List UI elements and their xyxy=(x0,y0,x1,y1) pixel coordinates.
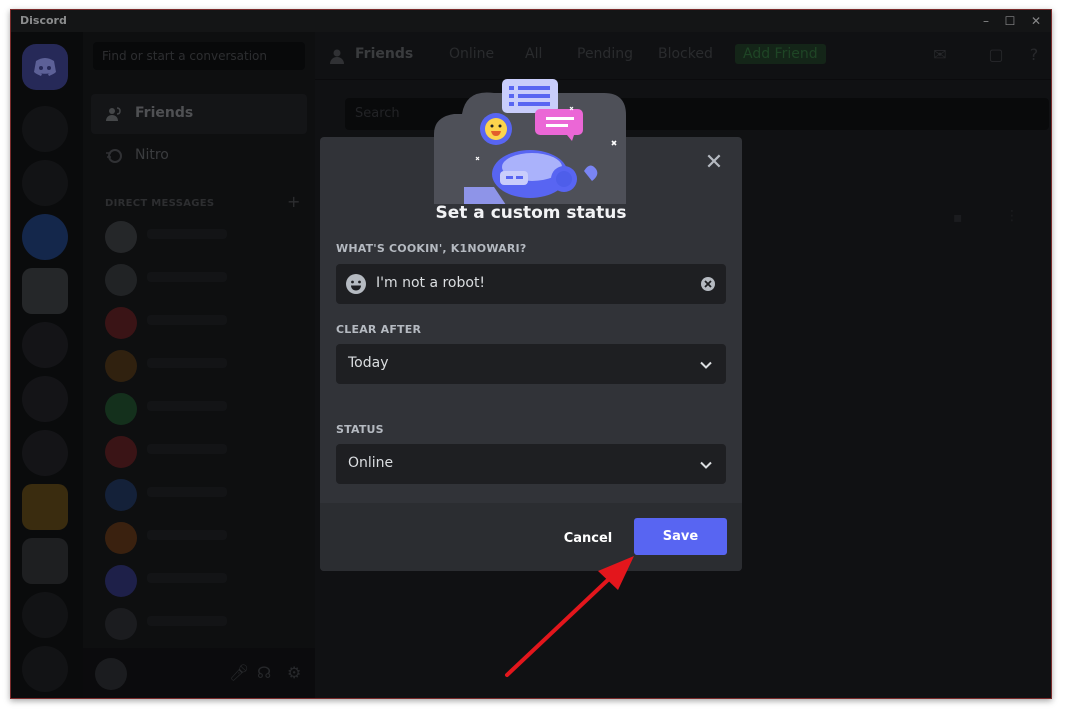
status-select[interactable]: Online xyxy=(336,444,726,484)
custom-status-input[interactable]: I'm not a robot! xyxy=(336,264,726,304)
status-text-label: WHAT'S COOKIN', K1NOWARI? xyxy=(336,242,527,255)
clear-after-select[interactable]: Today xyxy=(336,344,726,384)
status-select-label: STATUS xyxy=(336,423,384,436)
clear-after-value: Today xyxy=(348,355,389,371)
clear-after-label: CLEAR AFTER xyxy=(336,323,422,336)
clear-input-icon[interactable] xyxy=(700,276,716,292)
custom-status-illustration xyxy=(434,79,626,204)
chevron-down-icon xyxy=(700,361,712,369)
status-select-value: Online xyxy=(348,455,394,471)
emoji-picker-icon[interactable] xyxy=(345,273,367,295)
app-window: Discord – ☐ ✕ Find or start a conversati… xyxy=(10,9,1052,699)
cancel-button[interactable]: Cancel xyxy=(556,531,620,546)
modal-title: Set a custom status xyxy=(435,203,627,223)
custom-status-text: I'm not a robot! xyxy=(376,275,486,291)
save-button[interactable]: Save xyxy=(634,518,727,555)
chevron-down-icon xyxy=(700,461,712,469)
close-modal-button[interactable]: ✕ xyxy=(704,152,724,174)
